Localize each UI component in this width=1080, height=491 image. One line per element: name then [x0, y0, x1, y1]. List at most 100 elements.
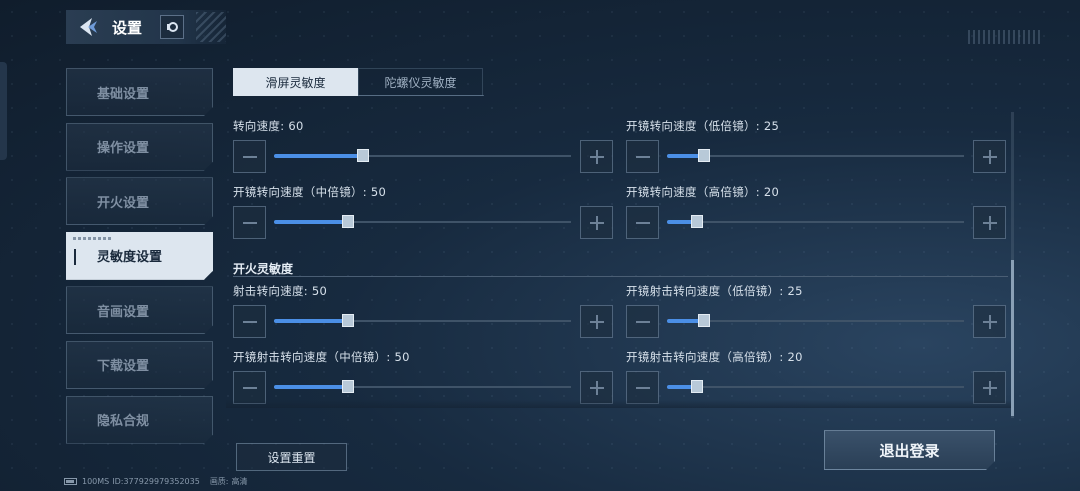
sidebar: 基础设置 操作设置 开火设置 灵敏度设置 音画设置 下载设置 隐私合规: [66, 68, 213, 450]
setting-label: 开镜射击转向速度（低倍镜）: 25: [626, 284, 803, 298]
logout-button[interactable]: 退出登录: [824, 430, 995, 470]
increase-button[interactable]: [580, 305, 613, 338]
slider-thumb[interactable]: [691, 215, 703, 228]
slider-row: [626, 140, 1006, 174]
setting-fire-scope-high: 开镜射击转向速度（高倍镜）: 20: [626, 349, 1006, 404]
minus-icon: [242, 320, 257, 323]
scrollbar-thumb[interactable]: [1011, 260, 1014, 416]
plus-icon: [589, 149, 604, 164]
notice-icon: [167, 22, 179, 32]
setting-label: 转向速度: 60: [233, 119, 304, 133]
active-decor: [73, 237, 113, 240]
sidebar-item-controls[interactable]: 操作设置: [66, 123, 213, 171]
slider-row: [233, 140, 613, 174]
setting-scope-low: 开镜转向速度（低倍镜）: 25: [626, 118, 1006, 173]
page-title: 设置: [112, 18, 143, 37]
minus-icon: [635, 155, 650, 158]
slider[interactable]: [667, 314, 964, 327]
back-button[interactable]: [66, 10, 110, 44]
scrollbar[interactable]: [1011, 112, 1014, 418]
sensitivity-tabs: 滑屏灵敏度 陀螺仪灵敏度: [233, 68, 484, 96]
slider-fill: [274, 319, 348, 323]
header-decor: [196, 12, 226, 42]
increase-button[interactable]: [973, 140, 1006, 173]
decrease-button[interactable]: [626, 206, 659, 239]
section-title: 开火灵敏度: [233, 262, 294, 276]
decrease-button[interactable]: [233, 206, 266, 239]
sidebar-item-label: 音画设置: [97, 304, 150, 320]
slider-row: [626, 206, 1006, 240]
sidebar-item-label: 灵敏度设置: [97, 250, 163, 266]
slider-thumb[interactable]: [342, 215, 354, 228]
slider[interactable]: [274, 380, 571, 393]
setting-fire-turn-speed: 射击转向速度: 50: [233, 283, 613, 338]
slider[interactable]: [274, 314, 571, 327]
plus-icon: [982, 149, 997, 164]
status-footer: 100MS ID:377929979352035 画质: 高清: [64, 476, 251, 487]
setting-label: 开镜射击转向速度（高倍镜）: 20: [626, 350, 803, 364]
sidebar-item-label: 隐私合规: [97, 414, 150, 430]
quality-label: 画质:: [209, 477, 229, 486]
slider[interactable]: [667, 149, 964, 162]
slider-fill: [274, 385, 348, 389]
slider[interactable]: [667, 380, 964, 393]
reset-button[interactable]: 设置重置: [236, 443, 347, 471]
edge-handle[interactable]: [0, 62, 7, 160]
sidebar-item-privacy[interactable]: 隐私合规: [66, 396, 213, 444]
plus-icon: [982, 314, 997, 329]
ping-text: 100MS: [82, 477, 110, 486]
slider-thumb[interactable]: [691, 380, 703, 393]
slider-fill: [274, 154, 363, 158]
setting-turn-speed: 转向速度: 60: [233, 118, 613, 173]
slider-thumb[interactable]: [698, 314, 710, 327]
plus-icon: [982, 380, 997, 395]
slider-row: [626, 305, 1006, 339]
plus-icon: [589, 215, 604, 230]
decrease-button[interactable]: [233, 140, 266, 173]
sidebar-item-label: 操作设置: [97, 141, 150, 157]
minus-icon: [242, 221, 257, 224]
sidebar-item-label: 下载设置: [97, 359, 150, 375]
sidebar-item-label: 基础设置: [97, 86, 150, 102]
settings-panel: 转向速度: 60 开镜转向速度（低倍镜）: 25 开镜转向速度（中倍镜）: 50…: [233, 112, 1008, 406]
plus-icon: [589, 314, 604, 329]
tab-gyro-sensitivity[interactable]: 陀螺仪灵敏度: [358, 68, 483, 96]
plus-icon: [982, 215, 997, 230]
slider[interactable]: [667, 215, 964, 228]
increase-button[interactable]: [580, 206, 613, 239]
increase-button[interactable]: [973, 305, 1006, 338]
notice-button[interactable]: [160, 15, 185, 39]
sidebar-item-download[interactable]: 下载设置: [66, 341, 213, 389]
decrease-button[interactable]: [626, 140, 659, 173]
minus-icon: [635, 320, 650, 323]
minus-icon: [242, 155, 257, 158]
slider[interactable]: [274, 149, 571, 162]
slider-thumb[interactable]: [342, 314, 354, 327]
decrease-button[interactable]: [233, 305, 266, 338]
sidebar-item-fire[interactable]: 开火设置: [66, 177, 213, 225]
sidebar-item-sensitivity[interactable]: 灵敏度设置: [66, 232, 213, 280]
slider-row: [233, 305, 613, 339]
decrease-button[interactable]: [626, 305, 659, 338]
increase-button[interactable]: [973, 206, 1006, 239]
slider-thumb[interactable]: [342, 380, 354, 393]
active-indicator: [74, 249, 76, 265]
setting-label: 开镜转向速度（高倍镜）: 20: [626, 185, 780, 199]
section-divider: [233, 276, 1008, 277]
setting-label: 射击转向速度: 50: [233, 284, 328, 298]
minus-icon: [242, 386, 257, 389]
tab-swipe-sensitivity[interactable]: 滑屏灵敏度: [233, 68, 358, 96]
slider[interactable]: [274, 215, 571, 228]
setting-scope-mid: 开镜转向速度（中倍镜）: 50: [233, 184, 613, 239]
slider-thumb[interactable]: [357, 149, 369, 162]
setting-label: 开镜射击转向速度（中倍镜）: 50: [233, 350, 410, 364]
setting-fire-scope-mid: 开镜射击转向速度（中倍镜）: 50: [233, 349, 613, 404]
sidebar-item-audio-video[interactable]: 音画设置: [66, 286, 213, 334]
slider-fill: [274, 220, 348, 224]
slider-row: [233, 206, 613, 240]
increase-button[interactable]: [580, 140, 613, 173]
plus-icon: [589, 380, 604, 395]
sidebar-item-basic[interactable]: 基础设置: [66, 68, 213, 116]
slider-thumb[interactable]: [698, 149, 710, 162]
quality-value: 高清: [231, 477, 248, 486]
